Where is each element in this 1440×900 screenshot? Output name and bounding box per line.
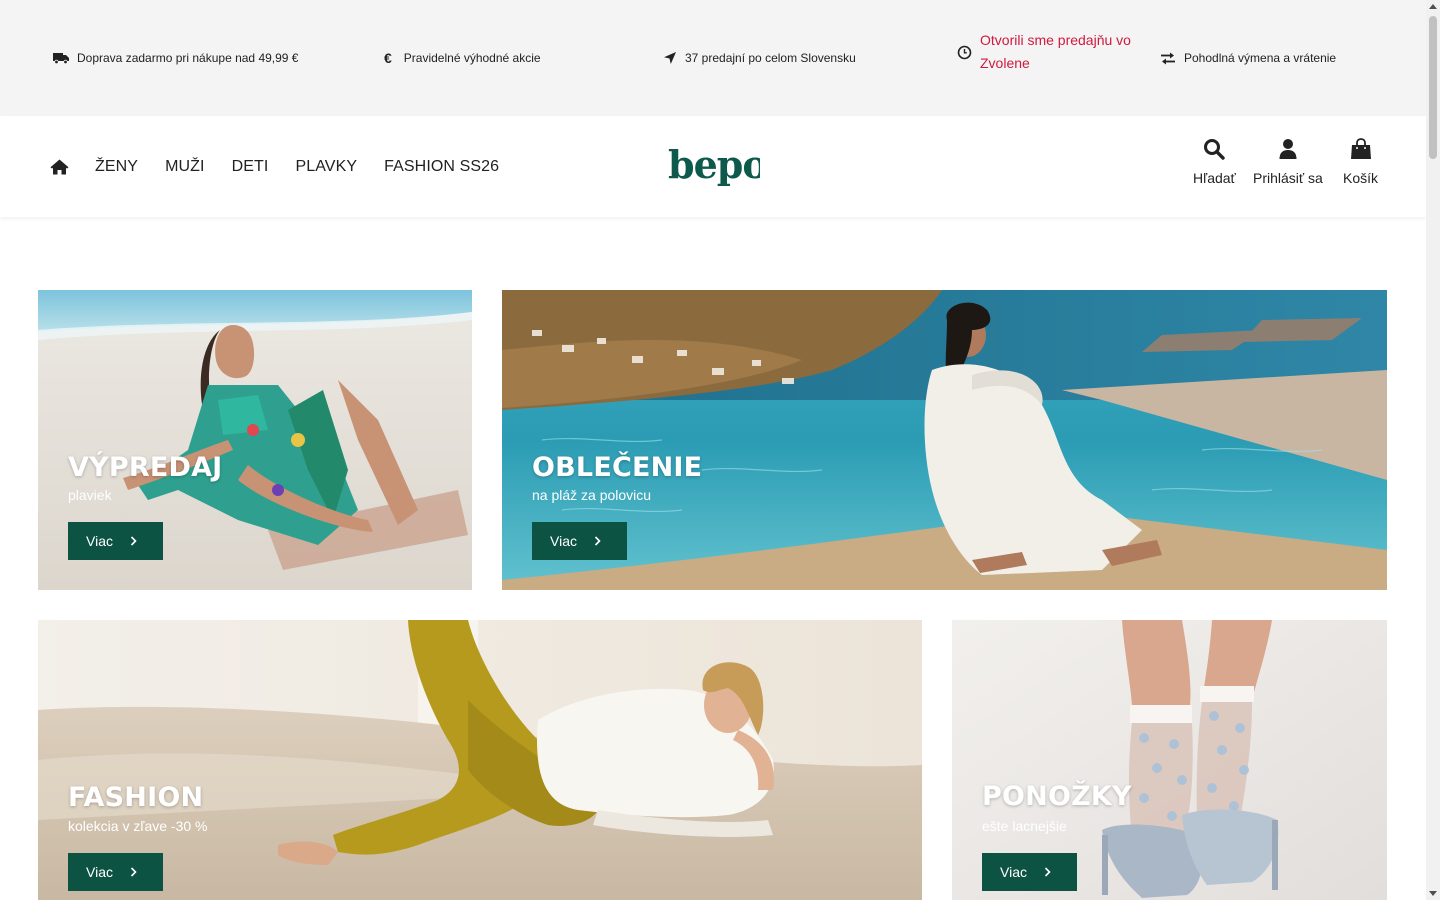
search-icon	[1204, 139, 1226, 160]
info-stores: 37 predajní po celom Slovensku	[663, 51, 856, 65]
nav-item-plavky[interactable]: PLAVKY	[295, 158, 357, 176]
chevron-right-icon	[1044, 867, 1051, 877]
brand-logo[interactable]: bepon	[668, 142, 795, 195]
shopping-bag-icon	[1350, 138, 1371, 159]
banner-beachwear-button-label: Viac	[550, 533, 577, 549]
banner-socks-subtitle: ešte lacnejšie	[982, 818, 1067, 834]
scroll-up-arrow[interactable]	[1429, 4, 1437, 9]
truck-icon	[53, 53, 69, 64]
main-nav: ŽENY MUŽI DETI PLAVKY FASHION SS26	[50, 116, 526, 217]
logo-text: bepon	[668, 144, 760, 187]
banner-sale[interactable]: VÝPREDAJ plaviek Viac	[38, 290, 472, 590]
info-promos-text: Pravidelné výhodné akcie	[403, 51, 541, 65]
banner-fashion[interactable]: FASHION kolekcia v zľave -30 % Viac	[38, 620, 922, 900]
cart-label: Košík	[1343, 170, 1379, 186]
login-button[interactable]: Prihlásiť sa	[1253, 138, 1323, 186]
banner-fashion-button[interactable]: Viac	[68, 853, 163, 891]
banner-socks[interactable]: PONOŽKY ešte lacnejšie Viac	[952, 620, 1387, 900]
info-opening[interactable]: Otvorili sme predajňu vo Zvolene	[957, 29, 1140, 75]
banner-beachwear-subtitle: na pláž za polovicu	[532, 487, 652, 503]
nav-item-deti[interactable]: DETI	[232, 158, 269, 176]
location-arrow-icon	[664, 52, 676, 64]
info-bar: Doprava zadarmo pri nákupe nad 49,99 € €…	[0, 0, 1426, 116]
chevron-right-icon	[130, 536, 137, 546]
euro-icon: €	[384, 50, 392, 66]
banner-fashion-image	[38, 620, 922, 900]
banner-sale-button[interactable]: Viac	[68, 522, 163, 560]
user-icon	[1279, 139, 1297, 159]
home-icon[interactable]	[50, 159, 69, 175]
chevron-right-icon	[594, 536, 601, 546]
banner-beachwear[interactable]: OBLEČENIE na pláž za polovicu Viac	[502, 290, 1387, 590]
banner-beachwear-button[interactable]: Viac	[532, 522, 627, 560]
banner-beachwear-title: OBLEČENIE	[532, 452, 703, 483]
chevron-right-icon	[130, 867, 137, 877]
clock-icon	[957, 45, 972, 59]
info-returns-text: Pohodlná výmena a vrátenie	[1184, 51, 1337, 65]
info-shipping-text: Doprava zadarmo pri nákupe nad 49,99 €	[77, 51, 299, 65]
banner-fashion-button-label: Viac	[86, 864, 113, 880]
banner-sale-subtitle: plaviek	[68, 487, 112, 503]
info-opening-text[interactable]: Otvorili sme predajňu vo Zvolene	[980, 29, 1140, 75]
banner-socks-button[interactable]: Viac	[982, 853, 1077, 891]
exchange-icon	[1161, 52, 1175, 64]
nav-item-fashion-ss26[interactable]: FASHION SS26	[384, 158, 499, 176]
banner-sale-title: VÝPREDAJ	[68, 452, 223, 483]
scrollbar-thumb[interactable]	[1429, 16, 1437, 159]
page-scrollbar[interactable]	[1426, 0, 1440, 900]
banner-beachwear-image	[502, 290, 1387, 590]
cart-button[interactable]: Košík	[1343, 138, 1378, 186]
nav-item-muzi[interactable]: MUŽI	[165, 158, 205, 176]
banner-socks-button-label: Viac	[1000, 864, 1027, 880]
info-shipping: Doprava zadarmo pri nákupe nad 49,99 €	[53, 51, 298, 65]
banner-fashion-subtitle: kolekcia v zľave -30 %	[68, 818, 208, 834]
nav-item-zeny[interactable]: ŽENY	[95, 158, 138, 176]
info-returns: Pohodlná výmena a vrátenie	[1160, 51, 1336, 65]
banner-fashion-title: FASHION	[68, 782, 204, 813]
search-button[interactable]: Hľadať	[1193, 138, 1236, 186]
banner-socks-title: PONOŽKY	[982, 781, 1132, 812]
search-label: Hľadať	[1193, 170, 1236, 186]
info-promos: € Pravidelné výhodné akcie	[384, 50, 541, 66]
banner-sale-button-label: Viac	[86, 533, 113, 549]
scroll-down-arrow[interactable]	[1429, 891, 1437, 896]
login-label: Prihlásiť sa	[1253, 170, 1323, 186]
logo-mark: bepon	[668, 142, 795, 187]
info-stores-text: 37 predajní po celom Slovensku	[685, 51, 856, 65]
